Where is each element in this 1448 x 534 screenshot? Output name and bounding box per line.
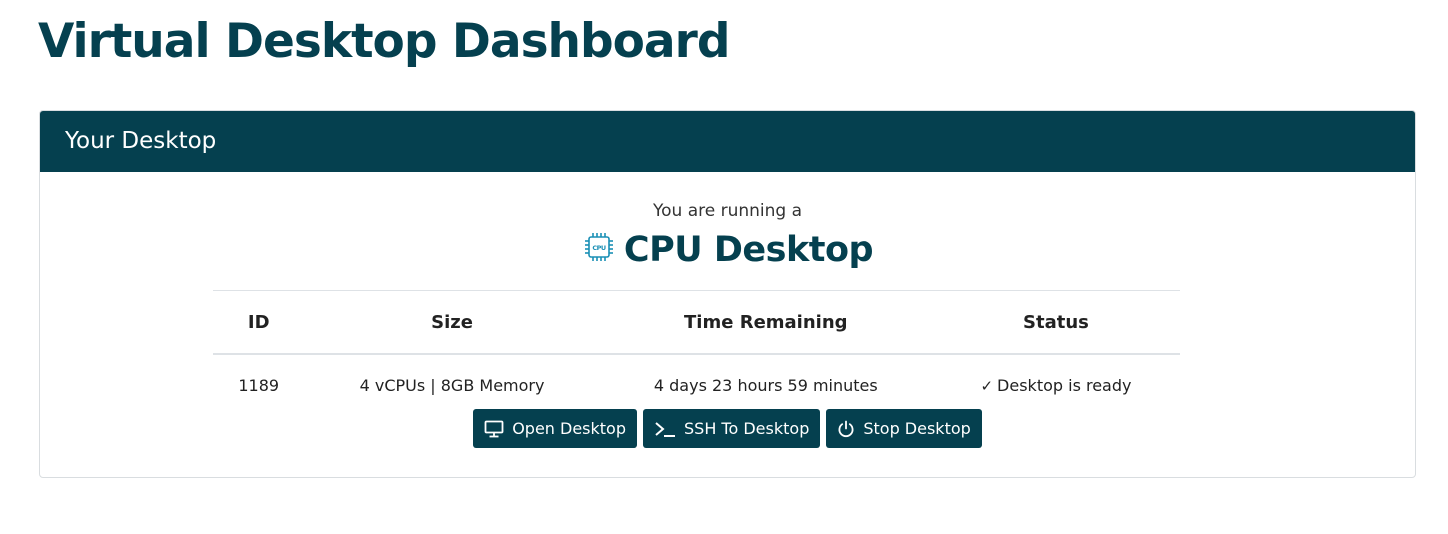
page-title: Virtual Desktop Dashboard (38, 14, 730, 69)
col-size: Size (304, 290, 600, 355)
cpu-chip-icon: CPU (582, 228, 616, 278)
col-time: Time Remaining (599, 290, 932, 355)
cell-status: ✓ Desktop is ready (932, 354, 1180, 415)
stop-desktop-label: Stop Desktop (863, 419, 971, 438)
open-desktop-label: Open Desktop (512, 419, 626, 438)
status-text: Desktop is ready (997, 375, 1132, 395)
desktop-actions: Open Desktop SSH To Desktop Stop Desktop (40, 409, 1415, 448)
monitor-icon (484, 420, 504, 438)
open-desktop-button[interactable]: Open Desktop (473, 409, 637, 448)
desktop-type-label: CPU Desktop (623, 230, 874, 270)
stop-desktop-button[interactable]: Stop Desktop (826, 409, 982, 448)
desktop-table: ID Size Time Remaining Status 1189 4 vCP… (213, 290, 1180, 415)
power-icon (837, 420, 855, 438)
cell-size: 4 vCPUs | 8GB Memory (359, 375, 545, 395)
cell-id: 1189 (238, 375, 280, 395)
chip-label: CPU (592, 244, 606, 252)
ssh-to-desktop-label: SSH To Desktop (684, 419, 810, 438)
col-status: Status (931, 290, 1180, 355)
card-header: Your Desktop (40, 111, 1415, 172)
desktop-type-heading: CPU CPU Desktop (40, 225, 1415, 278)
table-header-row: ID Size Time Remaining Status (213, 290, 1180, 355)
terminal-icon (654, 420, 676, 438)
cell-time: 4 days 23 hours 59 minutes (653, 375, 878, 395)
ssh-to-desktop-button[interactable]: SSH To Desktop (643, 409, 821, 448)
col-id: ID (213, 290, 305, 355)
desktop-card: Your Desktop You are running a CPU CPU D… (39, 110, 1416, 478)
checkmark-icon: ✓ (980, 376, 994, 395)
running-intro: You are running a (652, 201, 803, 221)
table-row: 1189 4 vCPUs | 8GB Memory 4 days 23 hour… (213, 354, 1180, 415)
